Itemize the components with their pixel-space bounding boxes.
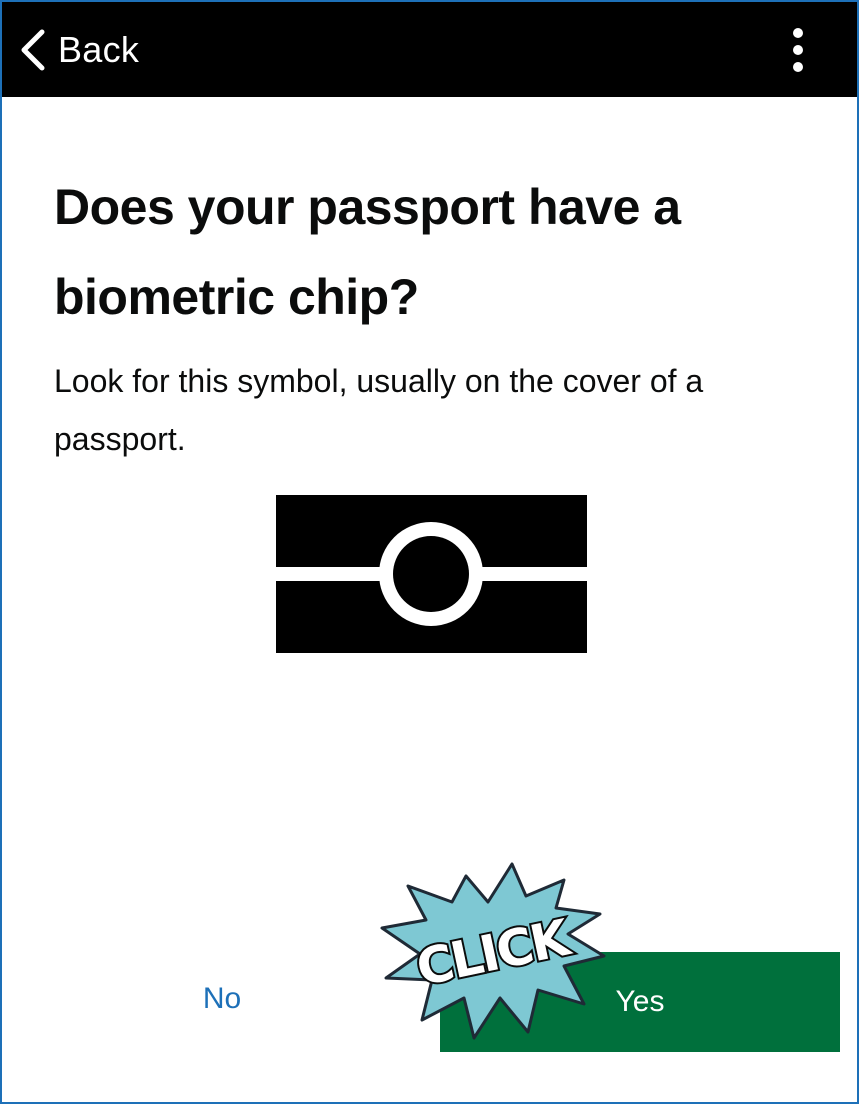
page-title: Does your passport have a biometric chip… [54, 179, 681, 325]
top-bar: Back [2, 2, 857, 97]
instruction-text: Look for this symbol, usually on the cov… [54, 363, 704, 457]
biometric-chip-icon [276, 495, 587, 658]
app-screen: Back Does your passport have a biometric… [0, 0, 859, 1104]
more-options-button[interactable] [778, 24, 818, 76]
back-label: Back [58, 29, 140, 70]
click-burst-icon: CLICK [378, 862, 608, 1047]
no-button[interactable]: No [152, 962, 292, 1036]
back-button[interactable]: Back [18, 22, 139, 78]
chevron-left-icon [21, 29, 45, 71]
